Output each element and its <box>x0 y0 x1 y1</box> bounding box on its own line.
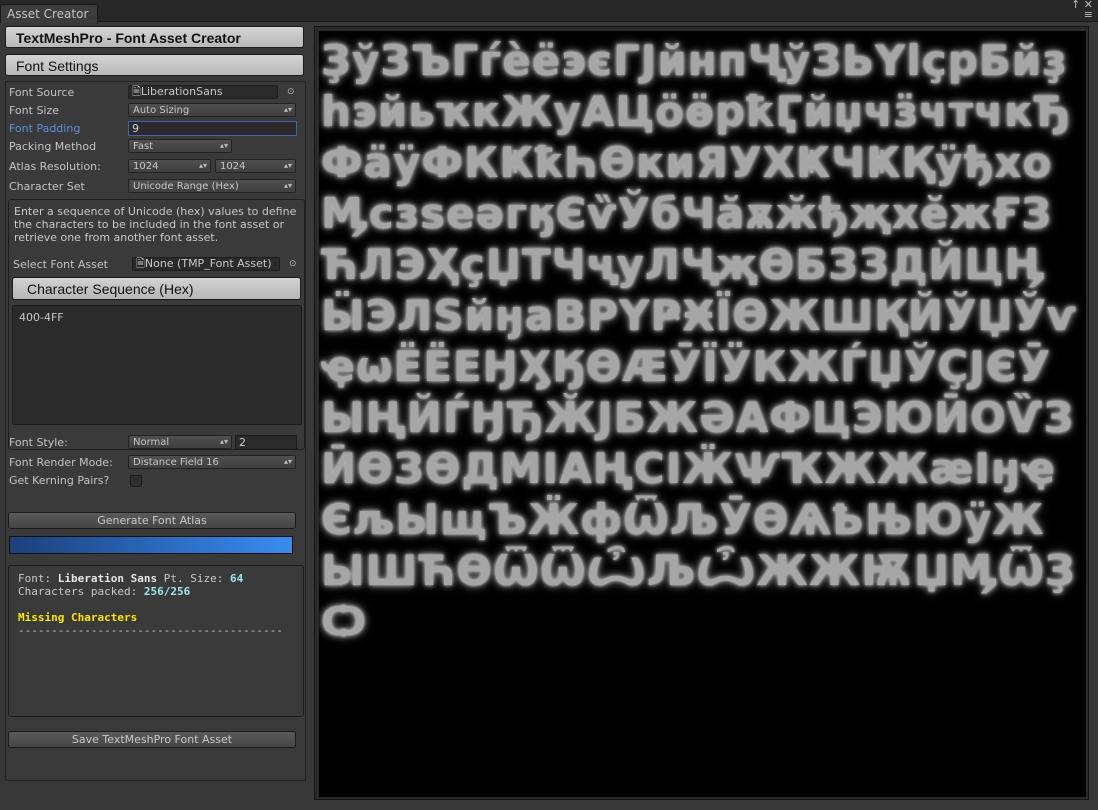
font-style-dropdown[interactable]: Normal ▴▾ <box>128 435 232 449</box>
font-source-field[interactable]: 🗎LiberationSans <box>128 85 278 99</box>
window-controls-icon[interactable]: ↑ ✕ ≡ <box>1071 0 1093 20</box>
font-size-label: Font Size <box>9 104 60 117</box>
chevron-updown-icon: ▴▾ <box>219 141 228 150</box>
atlas-height-dropdown[interactable]: 1024 ▴▾ <box>215 159 296 173</box>
missing-characters-title: Missing Characters <box>18 611 138 624</box>
character-sequence-header[interactable]: Character Sequence (Hex) <box>12 277 301 300</box>
font-style-amount-input[interactable]: 2 <box>235 435 297 450</box>
chevron-updown-icon: ▴▾ <box>283 105 292 114</box>
render-mode-label: Font Render Mode: <box>9 456 113 469</box>
info-panel: Font: Liberation Sans Pt. Size: 64 Chara… <box>8 565 304 717</box>
progress-bar <box>9 536 293 554</box>
font-source-label: Font Source <box>9 86 75 99</box>
settings-panel: TextMeshPro - Font Asset Creator Font Se… <box>2 22 309 808</box>
save-font-asset-button[interactable]: Save TextMeshPro Font Asset <box>8 731 296 748</box>
character-set-label: Character Set <box>9 180 85 193</box>
chevron-updown-icon: ▴▾ <box>198 161 207 170</box>
asset-file-icon: 🗎 <box>136 257 145 270</box>
character-set-value: Unicode Range (Hex) <box>133 181 239 192</box>
font-asset-value: None (TMP_Font Asset) <box>144 257 272 270</box>
packing-method-dropdown[interactable]: Fast ▴▾ <box>128 139 232 153</box>
kerning-checkbox[interactable] <box>130 475 142 487</box>
atlas-height-value: 1024 <box>220 161 246 172</box>
missing-characters-rule: ---------------------------------------- <box>18 624 283 637</box>
chevron-updown-icon: ▴▾ <box>219 437 228 446</box>
object-picker-icon[interactable]: ⊙ <box>289 259 297 269</box>
atlas-preview-frame: ҘўЗЪГѓèёэєГЈйнпҶўЗЬҮӏҫрБйҙһэйьҡкЖуАЦöӫрҟ… <box>314 26 1089 800</box>
font-file-icon: 🗎 <box>132 85 141 98</box>
render-mode-value: Distance Field 16 <box>133 457 219 468</box>
font-style-value: Normal <box>133 437 170 448</box>
packing-method-value: Fast <box>133 141 154 152</box>
help-text: Enter a sequence of Unicode (hex) values… <box>14 205 297 244</box>
tab-asset-creator[interactable]: Asset Creator <box>0 4 98 23</box>
window-titlebar: Asset Creator ↑ ✕ ≡ <box>0 0 1098 23</box>
kerning-label: Get Kerning Pairs? <box>9 474 110 487</box>
title-header: TextMeshPro - Font Asset Creator <box>5 26 304 48</box>
generate-atlas-button[interactable]: Generate Font Atlas <box>8 512 296 529</box>
character-sequence-input[interactable]: 400-4FF <box>12 305 302 425</box>
packing-method-label: Packing Method <box>9 140 97 153</box>
object-picker-icon[interactable]: ⊙ <box>287 87 295 97</box>
font-settings-header[interactable]: Font Settings <box>5 54 304 76</box>
chevron-updown-icon: ▴▾ <box>283 181 292 190</box>
chevron-updown-icon: ▴▾ <box>283 457 292 466</box>
atlas-glyphs: ҘўЗЪГѓèёэєГЈйнпҶўЗЬҮӏҫрБйҙһэйьҡкЖуАЦöӫрҟ… <box>321 36 1078 646</box>
font-padding-input[interactable]: 9 <box>128 121 297 136</box>
font-size-value: Auto Sizing <box>133 105 190 116</box>
atlas-resolution-label: Atlas Resolution: <box>9 160 101 173</box>
render-mode-dropdown[interactable]: Distance Field 16 ▴▾ <box>128 455 296 469</box>
font-style-label: Font Style: <box>9 436 68 449</box>
font-asset-field[interactable]: 🗎None (TMP_Font Asset) <box>132 257 280 271</box>
font-source-value: LiberationSans <box>140 85 223 98</box>
atlas-width-value: 1024 <box>133 161 159 172</box>
atlas-width-dropdown[interactable]: 1024 ▴▾ <box>128 159 211 173</box>
select-font-asset-label: Select Font Asset <box>13 258 108 271</box>
font-info-line: Font: Liberation Sans Pt. Size: 64 <box>18 572 244 585</box>
chevron-updown-icon: ▴▾ <box>283 161 292 170</box>
font-size-dropdown[interactable]: Auto Sizing ▴▾ <box>128 103 296 117</box>
character-set-dropdown[interactable]: Unicode Range (Hex) ▴▾ <box>128 179 296 193</box>
font-atlas-texture: ҘўЗЪГѓèёэєГЈйнпҶўЗЬҮӏҫрБйҙһэйьҡкЖуАЦöӫрҟ… <box>319 31 1086 797</box>
packed-info-line: Characters packed: 256/256 <box>18 585 191 598</box>
font-padding-label: Font Padding <box>9 122 81 135</box>
